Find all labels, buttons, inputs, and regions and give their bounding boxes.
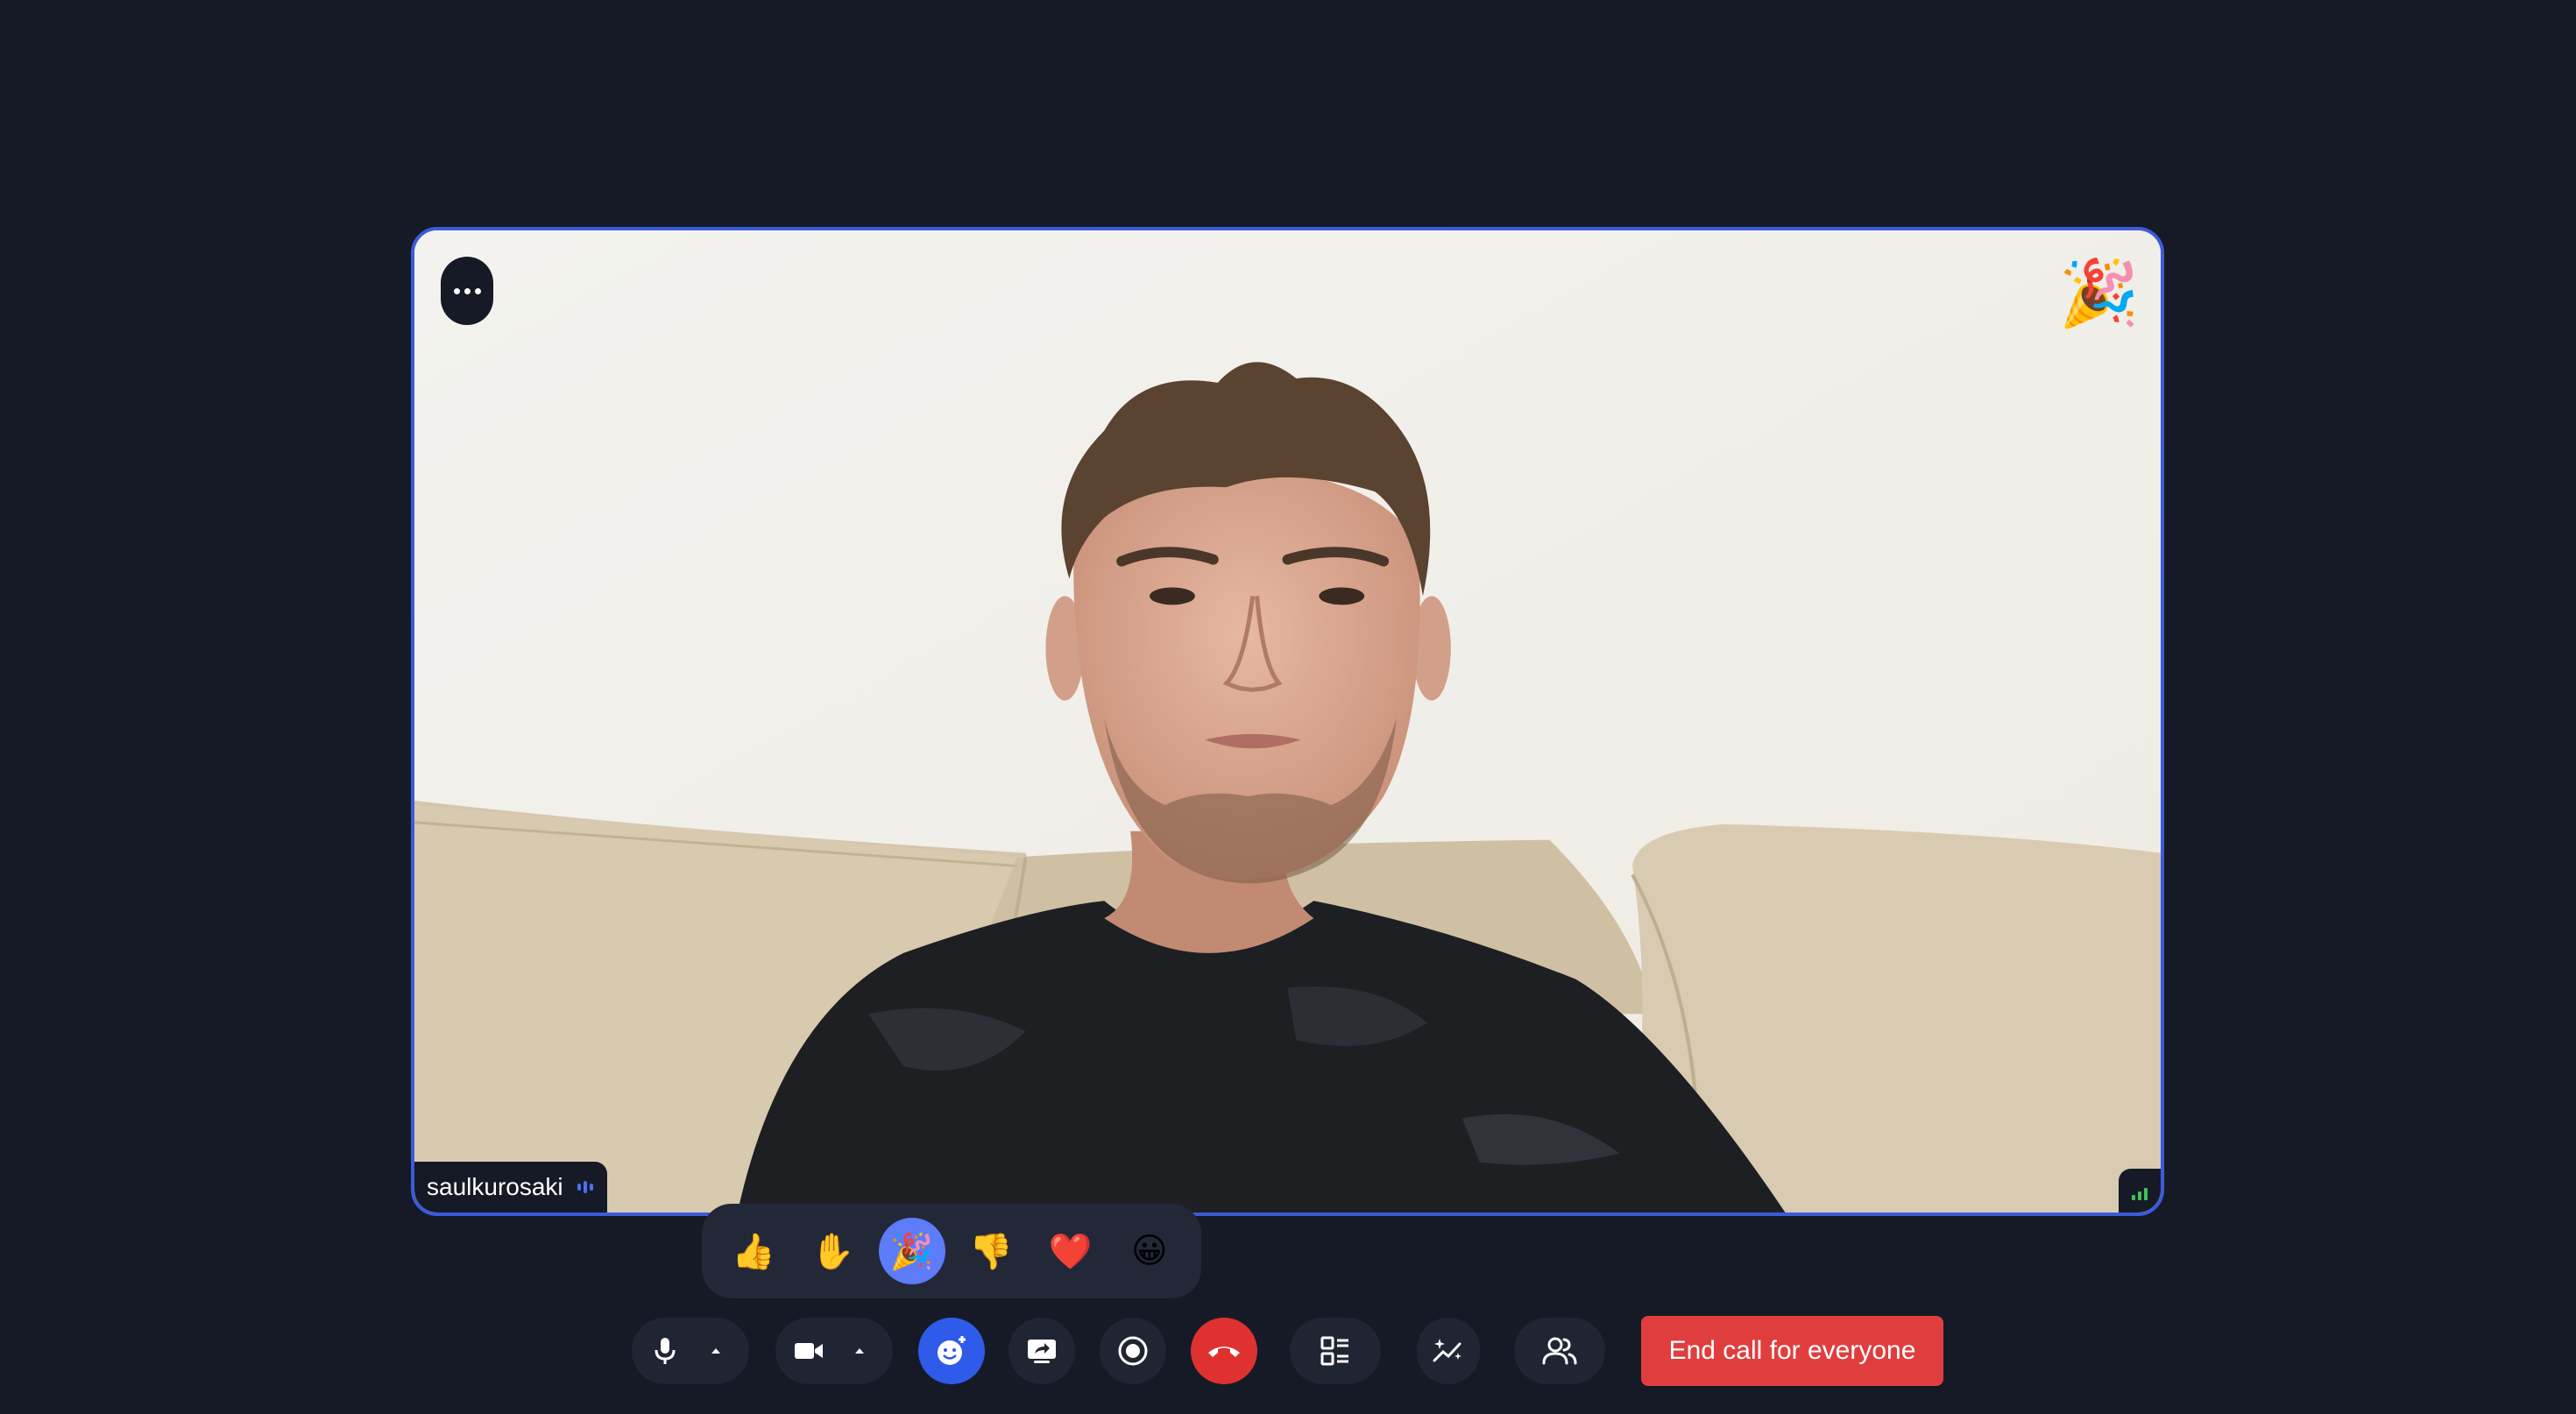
reaction-heart-button[interactable]: ❤️ [1037, 1218, 1103, 1284]
layout-button[interactable] [1290, 1318, 1381, 1384]
microphone-icon [655, 1338, 676, 1364]
layout-grid-list-icon [1320, 1336, 1348, 1366]
participant-name-tag: saulkurosaki [414, 1162, 607, 1213]
participant-video-tile: 🎉 saulkurosaki [411, 227, 2164, 1216]
camera-icon [795, 1343, 823, 1359]
reaction-picker: 👍 ✋ 🎉 👎 ❤️ 😀 [702, 1204, 1201, 1298]
chevron-up-icon [855, 1348, 864, 1354]
call-toolbar: End call for everyone [0, 1314, 2576, 1388]
emoji-add-icon [938, 1336, 966, 1365]
hang-up-phone-icon [1208, 1347, 1240, 1357]
dot [453, 287, 460, 294]
camera-button[interactable] [775, 1318, 842, 1384]
call-screen: 🎉 saulkurosaki 👍 ✋ 🎉 👎 ❤️ 😀 End call for… [0, 0, 2576, 1414]
people-icon [1542, 1337, 1577, 1365]
dot [464, 287, 471, 294]
audio-level-icon [577, 1181, 593, 1193]
reaction-thumbs-down-button[interactable]: 👎 [958, 1218, 1024, 1284]
screen-share-icon [1028, 1340, 1056, 1363]
share-screen-button[interactable] [1008, 1318, 1075, 1384]
participants-button[interactable] [1514, 1318, 1605, 1384]
camera-control-group [775, 1318, 893, 1384]
participant-name: saulkurosaki [427, 1173, 563, 1200]
dot [474, 287, 481, 294]
camera-options-button[interactable] [842, 1318, 877, 1384]
network-quality-icon [2119, 1169, 2161, 1213]
participant-video-feed [414, 230, 2161, 1213]
chevron-up-icon [711, 1348, 720, 1354]
record-button[interactable] [1100, 1318, 1166, 1384]
record-icon [1118, 1336, 1148, 1366]
active-reaction-party-popper-icon: 🎉 [2058, 257, 2141, 329]
reaction-grinning-face-button[interactable]: 😀 [1116, 1218, 1183, 1284]
sparkle-chart-icon [1433, 1339, 1461, 1362]
reactions-button[interactable] [918, 1318, 985, 1384]
tile-more-options-button[interactable] [441, 257, 493, 325]
microphone-button[interactable] [632, 1318, 698, 1384]
leave-call-button[interactable] [1191, 1318, 1257, 1384]
microphone-options-button[interactable] [698, 1318, 733, 1384]
end-call-for-everyone-button[interactable]: End call for everyone [1641, 1316, 1943, 1386]
microphone-control-group [632, 1318, 749, 1384]
effects-button[interactable] [1417, 1318, 1480, 1384]
reaction-raised-hand-button[interactable]: ✋ [799, 1218, 866, 1284]
reaction-party-popper-button[interactable]: 🎉 [878, 1218, 945, 1284]
reaction-thumbs-up-button[interactable]: 👍 [720, 1218, 787, 1284]
